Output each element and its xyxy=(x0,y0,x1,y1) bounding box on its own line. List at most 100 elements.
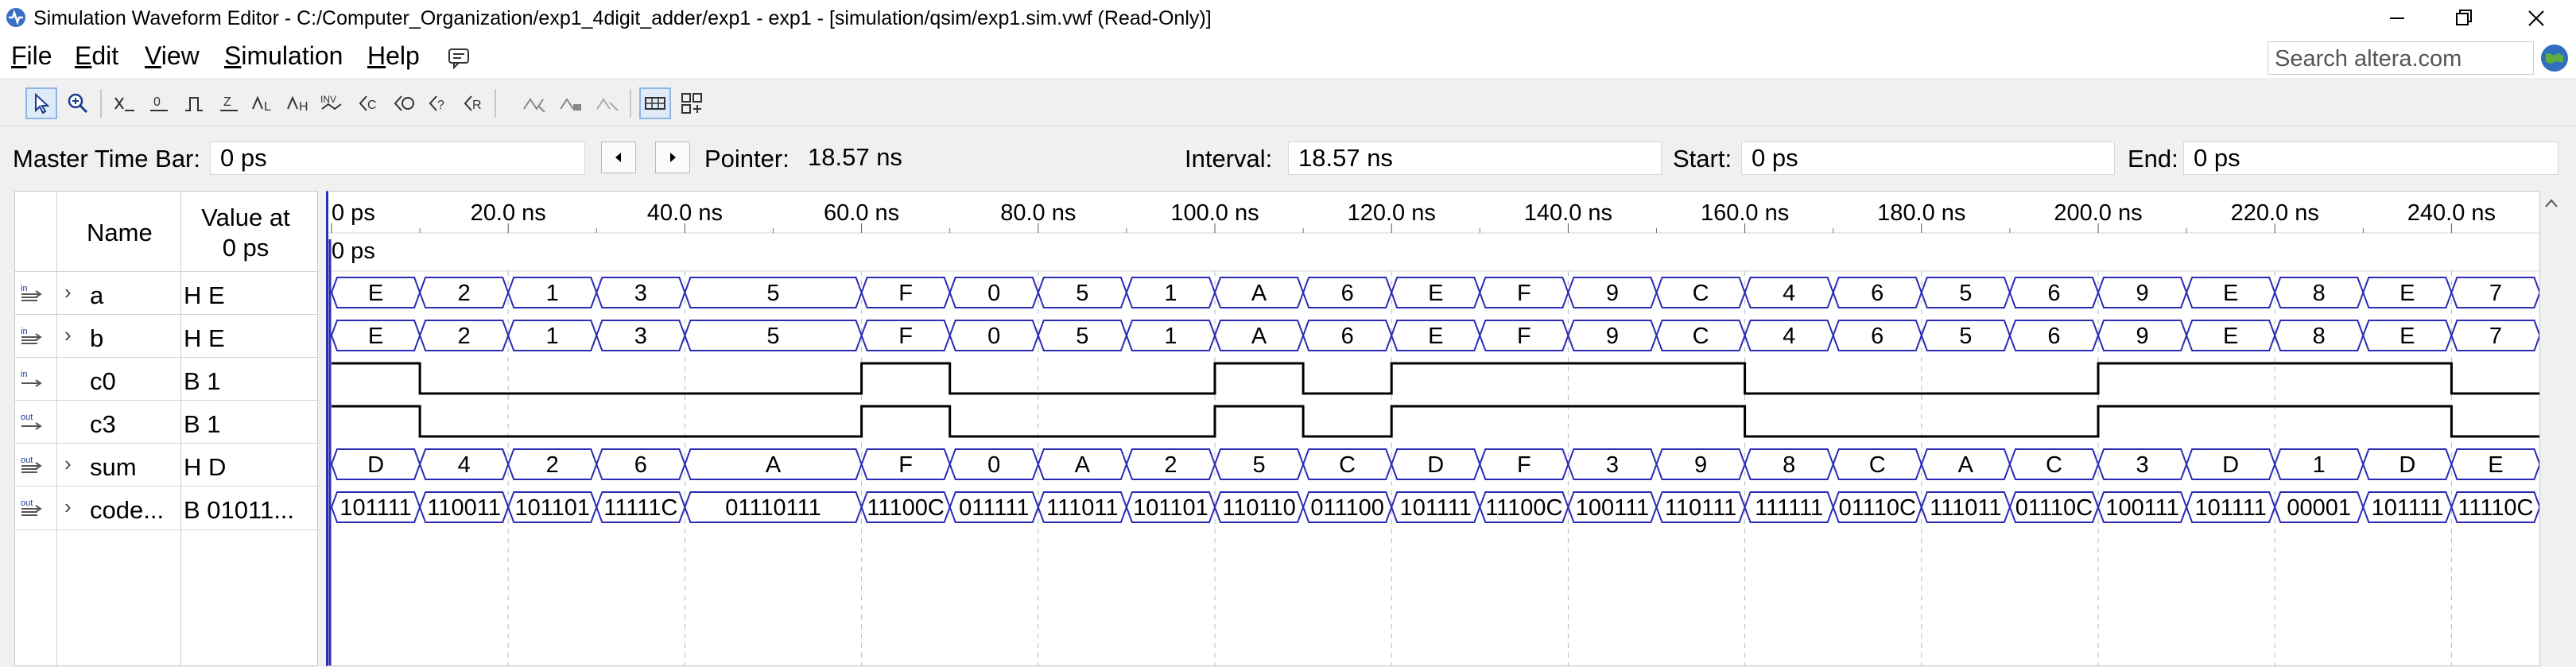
svg-text:out: out xyxy=(21,456,33,465)
waveform-canvas[interactable]: 0 ps 20.0 ns 40.0 ns 60.0 ns 80.0 ns 100.0 ns… xyxy=(326,191,2540,666)
svg-text:in: in xyxy=(21,327,28,336)
output-pin-icon: out xyxy=(21,456,42,473)
timeline-tick-label: 220.0 ns xyxy=(2231,200,2319,226)
force-low-button[interactable]: 0 xyxy=(143,87,175,119)
signal-row-b[interactable]: in › b H E xyxy=(15,314,319,358)
bus-value-label: 110011 xyxy=(427,495,500,521)
force-unknown-button[interactable] xyxy=(108,87,140,119)
globe-icon[interactable] xyxy=(2539,43,2570,73)
close-button[interactable] xyxy=(2500,0,2572,37)
signal-name: a xyxy=(90,281,104,309)
bus-value-label: 6 xyxy=(1341,324,1354,349)
maximize-icon xyxy=(2456,10,2472,25)
bus-value-label: 101101 xyxy=(1133,495,1208,521)
clock-value-button[interactable] xyxy=(388,87,420,119)
svg-text:C: C xyxy=(367,99,377,112)
signal-row-c0[interactable]: in c0 B 1 xyxy=(15,357,319,401)
end-value: 0 ps xyxy=(2183,142,2559,175)
close-icon xyxy=(2528,10,2544,26)
invert-button[interactable]: INV xyxy=(318,87,350,119)
bus-value-label: E xyxy=(2223,281,2238,306)
toolbar-separator xyxy=(100,89,102,118)
feedback-icon[interactable] xyxy=(447,46,471,70)
arbitrary-value-button[interactable]: ? xyxy=(423,87,455,119)
waveform-svg[interactable]: 0 ps 20.0 ns 40.0 ns 60.0 ns 80.0 ns 100.0 ns… xyxy=(328,192,2540,666)
signal-row-a[interactable]: in › a H E xyxy=(15,271,319,315)
output-pin-icon: out xyxy=(21,498,42,516)
start-label: Start: xyxy=(1673,145,1732,173)
bus-value-label: A xyxy=(1075,452,1091,478)
signal-row-sum[interactable]: out › sum H D xyxy=(15,443,319,487)
bus-value-label: E xyxy=(1428,324,1443,349)
signal-row-c3[interactable]: out c3 B 1 xyxy=(15,400,319,444)
grid-view-button[interactable] xyxy=(639,87,671,119)
expand-chevron-icon[interactable]: › xyxy=(64,280,72,304)
name-column-header[interactable]: Name xyxy=(87,219,153,247)
menu-simulation[interactable]: Simulation xyxy=(224,41,343,71)
menu-view[interactable]: View xyxy=(145,41,200,71)
search-input[interactable]: Search altera.com xyxy=(2268,41,2534,75)
overwrite-clock-button[interactable] xyxy=(555,87,587,119)
snap-to-grid-button[interactable] xyxy=(518,87,550,119)
bus-value-label: 0 xyxy=(987,324,1000,349)
expand-chevron-icon[interactable]: › xyxy=(64,494,72,519)
menu-file[interactable]: File xyxy=(11,41,52,71)
random-value-icon: R xyxy=(464,95,482,112)
title-bar: Simulation Waveform Editor - C:/Computer… xyxy=(0,0,2576,38)
menu-help[interactable]: Help xyxy=(367,41,420,71)
bus-value-label: 9 xyxy=(1606,281,1619,306)
svg-text:Z: Z xyxy=(223,95,231,109)
arbitrary-value-icon: ? xyxy=(429,95,444,112)
previous-transition-button[interactable] xyxy=(601,142,636,173)
input-pin-icon: in xyxy=(21,370,42,387)
bus-value-label: 1 xyxy=(2313,452,2326,478)
display-options-button[interactable] xyxy=(676,87,708,119)
interval-value: 18.57 ns xyxy=(1288,142,1662,175)
timeline-tick-label: 200.0 ns xyxy=(2054,200,2142,226)
count-value-button[interactable]: C xyxy=(353,87,385,119)
random-value-button[interactable]: R xyxy=(458,87,490,119)
svg-text:in: in xyxy=(21,370,28,379)
expand-chevron-icon[interactable]: › xyxy=(64,452,72,476)
bus-value-label: 01110111 xyxy=(725,495,821,521)
svg-text:R: R xyxy=(472,99,482,112)
signal-value: B 1 xyxy=(184,410,221,438)
selection-tool-button[interactable] xyxy=(25,87,57,119)
force-weak-high-button[interactable]: H xyxy=(283,87,315,119)
bus-value-label: F xyxy=(898,281,913,306)
force-weak-low-button[interactable]: L xyxy=(248,87,280,119)
signal-waveform-c0[interactable] xyxy=(332,362,2540,395)
svg-text:0: 0 xyxy=(153,95,161,109)
menu-bar: File Edit View Simulation Help xyxy=(0,38,2576,78)
force-high-button[interactable] xyxy=(178,87,210,119)
bus-value-label: 7 xyxy=(2489,324,2502,349)
bus-value-label: 5 xyxy=(1959,281,1972,306)
grid-view-icon xyxy=(645,97,665,110)
svg-text:out: out xyxy=(21,498,33,508)
triangle-right-icon xyxy=(670,153,676,162)
svg-text:?: ? xyxy=(437,99,444,112)
overwrite-bus-button[interactable] xyxy=(592,87,623,119)
expand-chevron-icon[interactable]: › xyxy=(64,323,72,347)
vertical-scrollbar[interactable] xyxy=(2540,191,2562,666)
bus-value-label: 110110 xyxy=(1222,495,1295,521)
maximize-button[interactable] xyxy=(2428,0,2500,37)
input-pin-icon: in xyxy=(21,327,42,344)
menu-edit[interactable]: Edit xyxy=(75,41,118,71)
signal-value: B 1 xyxy=(184,367,221,395)
bus-value-label: 11100C xyxy=(867,495,945,521)
minimize-button[interactable] xyxy=(2361,0,2433,37)
value-column-header[interactable]: Value at 0 ps xyxy=(184,203,308,263)
scroll-up-arrow-icon[interactable] xyxy=(2540,194,2562,213)
master-time-bar-field[interactable]: 0 ps xyxy=(210,142,585,175)
signal-name: c0 xyxy=(90,367,116,395)
bus-value-label: E xyxy=(2399,281,2415,306)
signal-row-code[interactable]: out › code... B 01011... xyxy=(15,486,319,530)
next-transition-button[interactable] xyxy=(655,142,690,173)
bus-value-label: 9 xyxy=(1694,452,1707,478)
bus-value-label: 4 xyxy=(458,452,471,478)
signal-waveform-c3[interactable] xyxy=(332,405,2540,438)
toolbar-separator xyxy=(630,89,631,118)
force-high-impedance-button[interactable]: Z xyxy=(213,87,245,119)
zoom-tool-button[interactable] xyxy=(62,87,94,119)
